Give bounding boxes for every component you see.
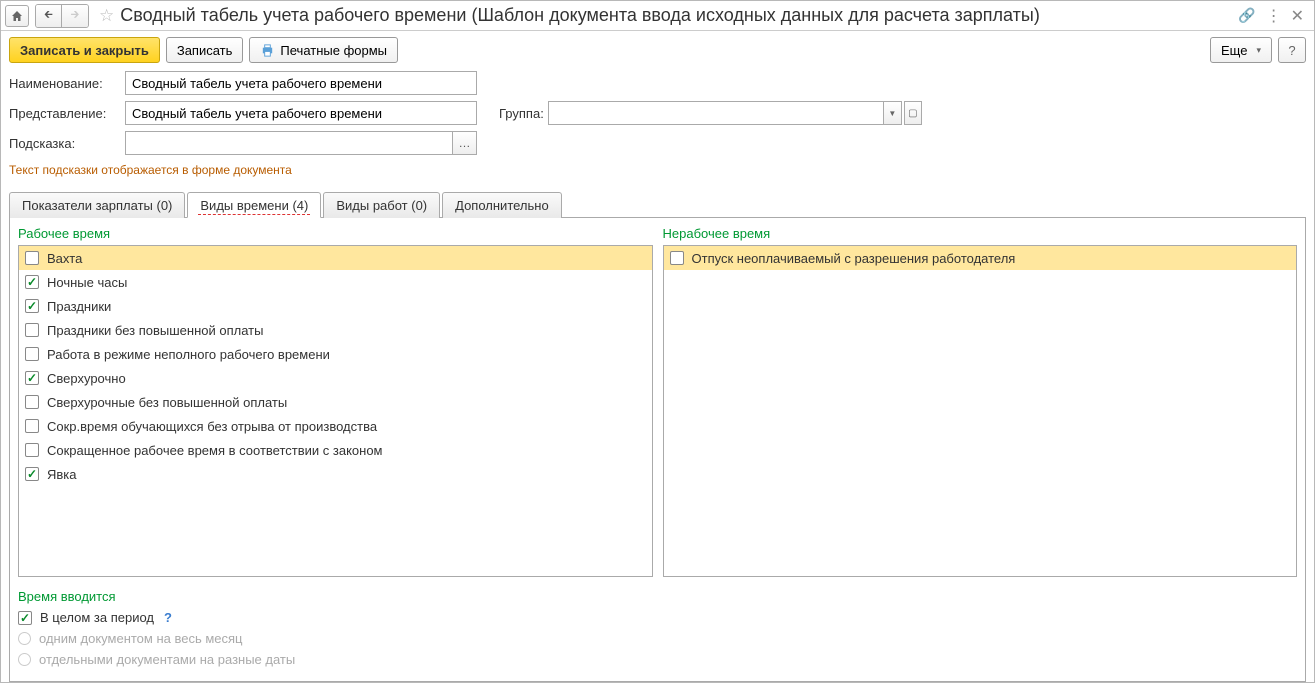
favorite-star-icon[interactable]: ☆ — [99, 6, 114, 26]
nonworking-time-listbox[interactable]: Отпуск неоплачиваемый с разрешения работ… — [663, 245, 1298, 577]
save-close-label: Записать и закрыть — [20, 43, 149, 58]
kebab-menu-icon[interactable]: ⋮ — [1266, 6, 1281, 26]
help-button[interactable]: ? — [1278, 37, 1306, 63]
list-item-label: Ночные часы — [47, 275, 127, 290]
chevron-down-icon: ▼ — [888, 109, 896, 118]
checkbox[interactable] — [25, 419, 39, 433]
list-item-label: Сокращенное рабочее время в соответствии… — [47, 443, 383, 458]
group-input[interactable] — [548, 101, 884, 125]
hint-input[interactable] — [125, 131, 453, 155]
radio-separate-documents-label: отдельными документами на разные даты — [39, 652, 295, 667]
whole-period-checkbox[interactable] — [18, 611, 32, 625]
print-forms-button[interactable]: Печатные формы — [249, 37, 398, 63]
window-title: Сводный табель учета рабочего времени (Ш… — [120, 5, 1238, 26]
hint-label: Подсказка: — [9, 136, 121, 151]
tab-time-types[interactable]: Виды времени (4) — [187, 192, 321, 218]
save-and-close-button[interactable]: Записать и закрыть — [9, 37, 160, 63]
group-open-button[interactable]: ▢ — [904, 101, 922, 125]
list-item[interactable]: Сверхурочные без повышенной оплаты — [19, 390, 652, 414]
tab-label: Показатели зарплаты (0) — [22, 198, 172, 213]
list-item-label: Сверхурочные без повышенной оплаты — [47, 395, 287, 410]
working-time-listbox[interactable]: Вахта Ночные часы Праздники Праздники без п… — [18, 245, 653, 577]
checkbox[interactable] — [25, 251, 39, 265]
more-button[interactable]: Еще — [1210, 37, 1272, 63]
group-label: Группа: — [499, 106, 544, 121]
list-item-label: Сверхурочно — [47, 371, 126, 386]
radio-one-document — [18, 632, 31, 645]
printer-icon — [260, 43, 275, 58]
home-icon — [11, 10, 23, 22]
list-item-label: Сокр.время обучающихся без отрыва от про… — [47, 419, 377, 434]
save-label: Записать — [177, 43, 233, 58]
checkbox[interactable] — [670, 251, 684, 265]
arrow-left-icon: 🡰 — [44, 6, 53, 25]
list-item-label: Работа в режиме неполного рабочего време… — [47, 347, 330, 362]
list-item[interactable]: Праздники без повышенной оплаты — [19, 318, 652, 342]
list-item[interactable]: Сокр.время обучающихся без отрыва от про… — [19, 414, 652, 438]
help-question-icon[interactable]: ? — [164, 610, 172, 625]
repr-label: Представление: — [9, 106, 121, 121]
list-item[interactable]: Ночные часы — [19, 270, 652, 294]
checkbox[interactable] — [25, 395, 39, 409]
forward-button[interactable]: 🡲 — [62, 5, 88, 27]
back-button[interactable]: 🡰 — [36, 5, 62, 27]
ellipsis-icon: … — [459, 136, 471, 150]
list-item[interactable]: Праздники — [19, 294, 652, 318]
radio-separate-documents — [18, 653, 31, 666]
tab-work-types[interactable]: Виды работ (0) — [323, 192, 440, 218]
arrow-right-icon: 🡲 — [71, 6, 80, 25]
radio-one-document-label: одним документом на весь месяц — [39, 631, 243, 646]
checkbox[interactable] — [25, 467, 39, 481]
checkbox[interactable] — [25, 371, 39, 385]
checkbox[interactable] — [25, 323, 39, 337]
list-item[interactable]: Вахта — [19, 246, 652, 270]
name-input[interactable] — [125, 71, 477, 95]
list-item-label: Праздники — [47, 299, 111, 314]
time-input-section-title: Время вводится — [18, 589, 1297, 604]
tab-label: Виды времени (4) — [200, 198, 308, 213]
list-item-label: Отпуск неоплачиваемый с разрешения работ… — [692, 251, 1016, 266]
list-item-label: Праздники без повышенной оплаты — [47, 323, 263, 338]
home-button[interactable] — [5, 5, 29, 27]
list-item[interactable]: Отпуск неоплачиваемый с разрешения работ… — [664, 246, 1297, 270]
active-underline — [198, 214, 310, 215]
help-label: ? — [1288, 43, 1295, 58]
nonworking-time-title: Нерабочее время — [663, 226, 1298, 241]
checkbox[interactable] — [25, 347, 39, 361]
tab-label: Дополнительно — [455, 198, 549, 213]
checkbox[interactable] — [25, 299, 39, 313]
list-item[interactable]: Работа в режиме неполного рабочего време… — [19, 342, 652, 366]
print-label: Печатные формы — [280, 43, 387, 58]
whole-period-label: В целом за период — [40, 610, 154, 625]
name-label: Наименование: — [9, 76, 121, 91]
save-button[interactable]: Записать — [166, 37, 244, 63]
tab-label: Виды работ (0) — [336, 198, 427, 213]
list-item-label: Явка — [47, 467, 77, 482]
list-item[interactable]: Явка — [19, 462, 652, 486]
list-item-label: Вахта — [47, 251, 82, 266]
open-icon: ▢ — [908, 108, 917, 119]
more-label: Еще — [1221, 43, 1247, 58]
checkbox[interactable] — [25, 275, 39, 289]
link-icon[interactable]: 🔗 — [1238, 7, 1255, 24]
hint-note: Текст подсказки отображается в форме док… — [9, 161, 1306, 185]
repr-input[interactable] — [125, 101, 477, 125]
working-time-title: Рабочее время — [18, 226, 653, 241]
tab-salary-indicators[interactable]: Показатели зарплаты (0) — [9, 192, 185, 218]
tab-additional[interactable]: Дополнительно — [442, 192, 562, 218]
list-item[interactable]: Сверхурочно — [19, 366, 652, 390]
hint-ellipsis-button[interactable]: … — [453, 131, 477, 155]
group-dropdown-button[interactable]: ▼ — [884, 101, 902, 125]
checkbox[interactable] — [25, 443, 39, 457]
list-item[interactable]: Сокращенное рабочее время в соответствии… — [19, 438, 652, 462]
close-icon[interactable]: ✕ — [1291, 6, 1304, 26]
